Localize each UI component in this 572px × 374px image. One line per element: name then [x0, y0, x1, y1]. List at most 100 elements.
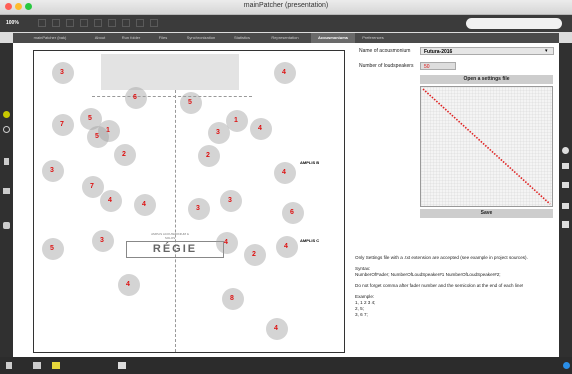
speaker[interactable]: 4	[274, 62, 296, 84]
presentation-icon[interactable]	[52, 19, 60, 27]
grid-icon[interactable]	[66, 19, 74, 27]
speaker[interactable]: 4	[276, 236, 298, 258]
speaker[interactable]: 2	[114, 144, 136, 166]
panel-icon[interactable]	[562, 203, 569, 209]
speaker[interactable]: 3	[92, 230, 114, 252]
speaker[interactable]: 3	[42, 160, 64, 182]
speaker[interactable]: 5	[42, 238, 64, 260]
speaker[interactable]: 4	[266, 318, 288, 340]
speaker-number: 4	[142, 201, 146, 208]
power-icon[interactable]	[563, 362, 570, 369]
add-icon[interactable]	[136, 19, 144, 27]
speaker[interactable]: 3	[52, 62, 74, 84]
tab-representation[interactable]: Representation	[259, 33, 311, 43]
speaker[interactable]: 2	[198, 145, 220, 167]
speaker[interactable]: 3	[188, 198, 210, 220]
speaker-number: 4	[282, 169, 286, 176]
speaker-number: 4	[274, 325, 278, 332]
chevron-down-icon[interactable]: ▾	[545, 48, 548, 54]
speaker-number: 5	[95, 133, 99, 140]
comment-icon[interactable]	[52, 362, 60, 369]
layers-icon[interactable]	[94, 19, 102, 27]
speaker[interactable]: 6	[125, 87, 147, 109]
speaker[interactable]: 4	[134, 194, 156, 216]
speaker-number: 5	[188, 99, 192, 106]
speaker-number: 3	[196, 205, 200, 212]
tab-run-folder[interactable]: Run folder	[113, 33, 149, 43]
speaker[interactable]: 5	[180, 92, 202, 114]
speaker[interactable]: 4	[216, 232, 238, 254]
settings-note: Only Settings file with a .txt extension…	[355, 255, 528, 260]
amplis-b-label: AMPLIS B	[300, 160, 320, 165]
snap-icon[interactable]	[108, 19, 116, 27]
speaker[interactable]: 7	[52, 114, 74, 136]
speaker[interactable]: 3	[220, 190, 242, 212]
routing-matrix[interactable]	[420, 86, 553, 207]
lock-icon[interactable]	[6, 362, 12, 369]
speaker-number: 3	[228, 197, 232, 204]
speaker[interactable]: 3	[208, 122, 230, 144]
speaker-number: 7	[90, 183, 94, 190]
speaker[interactable]: 5	[87, 126, 109, 148]
example-line: 1, 1 2 3 4;	[355, 300, 376, 305]
info-icon[interactable]	[562, 147, 569, 154]
speaker-number: 4	[258, 125, 262, 132]
list-icon[interactable]	[562, 182, 569, 188]
acousmonium-select[interactable]: Futura-2016	[420, 47, 554, 55]
speaker-number: 8	[230, 295, 234, 302]
tab-acousmoniums[interactable]: Acousmoniums	[311, 33, 355, 43]
speaker-number: 6	[290, 209, 294, 216]
bottom-toolbar	[0, 357, 572, 374]
note-icon[interactable]	[4, 158, 9, 165]
tab-about[interactable]: About	[87, 33, 113, 43]
status-icon[interactable]	[3, 111, 10, 118]
tab-preferences[interactable]: Preferences	[355, 33, 391, 43]
syntax-title: Syntax:	[355, 266, 371, 271]
speaker[interactable]: 4	[118, 274, 140, 296]
share-icon[interactable]	[150, 19, 158, 27]
amplis-c-label: AMPLIS C	[300, 238, 320, 243]
speaker-number: 5	[50, 245, 54, 252]
syntax-line: NumberOfFader; NumberOfLoudSpeaker#1 Num…	[355, 272, 501, 277]
speaker-number: 3	[100, 237, 104, 244]
speaker-number: 2	[122, 151, 126, 158]
align-icon[interactable]	[80, 19, 88, 27]
speaker[interactable]: 8	[222, 288, 244, 310]
stage-area	[101, 54, 239, 90]
speaker[interactable]: 4	[274, 162, 296, 184]
speaker[interactable]: 2	[244, 244, 266, 266]
debug-icon[interactable]	[122, 19, 130, 27]
example-title: Example:	[355, 294, 375, 299]
acousmonium-name-label: Name of acousmonium	[359, 48, 411, 54]
speaker-number: 6	[133, 94, 137, 101]
wrench-icon[interactable]	[118, 362, 126, 369]
speaker-number: 3	[60, 69, 64, 76]
tab-statistics[interactable]: Statistics	[225, 33, 259, 43]
example-line: 2, 5;	[355, 306, 364, 311]
center-line	[175, 90, 176, 352]
lock-icon[interactable]	[38, 19, 46, 27]
speaker-number: 3	[216, 129, 220, 136]
tab-files[interactable]: Files	[149, 33, 177, 43]
speaker-number: 2	[206, 152, 210, 159]
left-toolbar	[0, 43, 13, 374]
speaker[interactable]: 7	[82, 176, 104, 198]
tab-synchronization[interactable]: Synchronization	[177, 33, 225, 43]
image-icon[interactable]	[3, 188, 10, 194]
loudspeaker-count-field[interactable]: 50	[420, 62, 456, 70]
open-settings-button[interactable]: Open a settings file	[420, 75, 553, 84]
speaker-number: 4	[284, 243, 288, 250]
speaker[interactable]: 6	[282, 202, 304, 224]
tab-mainpatcher-bak[interactable]: mainPatcher (bak)	[13, 33, 87, 43]
settings-icon[interactable]	[3, 126, 10, 133]
speaker[interactable]: 4	[100, 190, 122, 212]
amplis-note: AMPLIS ACOUSMONIUM & SOLOS	[151, 232, 189, 240]
zoom-level[interactable]: 100%	[6, 20, 19, 26]
camera-icon[interactable]	[562, 221, 569, 228]
speaker[interactable]: 4	[250, 118, 272, 140]
plugin-icon[interactable]	[3, 222, 10, 229]
save-button[interactable]: Save	[420, 209, 553, 218]
search-input[interactable]	[466, 18, 562, 29]
columns-icon[interactable]	[562, 163, 569, 169]
presentation-icon[interactable]	[33, 362, 41, 369]
